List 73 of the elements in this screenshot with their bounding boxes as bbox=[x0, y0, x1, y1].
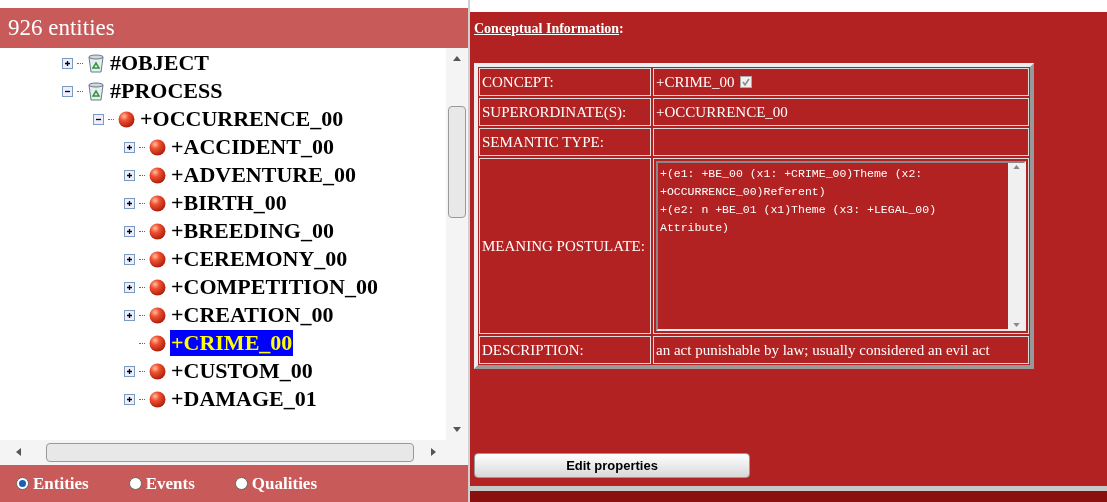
scroll-up-icon[interactable] bbox=[1012, 165, 1020, 169]
radio-label[interactable]: Events bbox=[145, 470, 195, 497]
container-icon bbox=[87, 53, 105, 73]
postulate-line: +OCCURRENCE_00)Referent) bbox=[660, 184, 827, 200]
edit-properties-button[interactable]: Edit properties bbox=[474, 453, 750, 478]
field-label: MEANING POSTULATE: bbox=[479, 158, 651, 334]
ball-icon bbox=[149, 390, 166, 408]
tree-item[interactable]: +COMPETITION_00 bbox=[170, 274, 379, 300]
scroll-left-icon[interactable] bbox=[16, 448, 21, 456]
expand-icon[interactable] bbox=[124, 225, 135, 237]
postulate-line: Attribute) bbox=[660, 220, 730, 236]
postulate-line: +(e2: n +BE_01 (x1)Theme (x3: +LEGAL_00) bbox=[660, 202, 938, 218]
radio-button[interactable] bbox=[128, 477, 142, 490]
postulate-line: +(e1: +BE_00 (x1: +CRIME_00)Theme (x2: bbox=[660, 166, 924, 182]
tree-item[interactable]: #PROCESS bbox=[109, 78, 224, 104]
tree-item[interactable]: +OCCURRENCE_00 bbox=[139, 106, 345, 132]
ball-icon bbox=[149, 194, 166, 212]
expand-icon[interactable] bbox=[124, 197, 135, 209]
section-title: Conceptual Information bbox=[474, 21, 620, 36]
ball-icon bbox=[149, 306, 166, 324]
expand-icon[interactable] bbox=[62, 57, 73, 69]
postulate-text-area[interactable]: +(e1: +BE_00 (x1: +CRIME_00)Theme (x2: +OCCURRENCE_00)Referent) +(e2: n +BE_01 (x1)Theme (x3: +LEGAL_00) Attribute) bbox=[656, 161, 1026, 331]
collapse-icon[interactable] bbox=[62, 85, 73, 97]
expand-icon[interactable] bbox=[124, 281, 135, 293]
scroll-thumb[interactable] bbox=[46, 443, 414, 462]
expand-icon[interactable] bbox=[124, 365, 135, 377]
section-colon: : bbox=[619, 21, 624, 36]
ball-icon bbox=[149, 138, 166, 156]
field-label: SUPERORDINATE(S): bbox=[479, 98, 651, 126]
field-value: an act punishable by law; usually considered an evil act bbox=[656, 340, 990, 360]
scroll-thumb[interactable] bbox=[448, 106, 466, 218]
scroll-down-icon[interactable] bbox=[453, 427, 461, 432]
tree-item[interactable]: +ACCIDENT_00 bbox=[170, 134, 335, 160]
ball-icon bbox=[149, 278, 166, 296]
tree-item[interactable]: +CRIME_00 bbox=[170, 330, 294, 356]
checkbox[interactable] bbox=[740, 76, 753, 88]
collapse-icon[interactable] bbox=[93, 113, 104, 125]
tree-item[interactable]: +ADVENTURE_00 bbox=[170, 162, 357, 188]
horizontal-scrollbar[interactable] bbox=[0, 440, 468, 465]
tree-item[interactable]: +BIRTH_00 bbox=[170, 190, 288, 216]
ball-icon bbox=[149, 166, 166, 184]
tree-item[interactable]: #OBJECT bbox=[109, 50, 211, 76]
radio-button[interactable] bbox=[234, 477, 248, 490]
field-label: SEMANTIC TYPE: bbox=[479, 128, 651, 156]
tree-item[interactable]: +BREEDING_00 bbox=[170, 218, 335, 244]
ball-icon bbox=[149, 250, 166, 268]
scroll-down-icon[interactable] bbox=[1012, 323, 1020, 327]
ball-icon bbox=[149, 362, 166, 380]
scroll-up-icon[interactable] bbox=[453, 56, 461, 61]
field-value: +CRIME_00 bbox=[656, 72, 735, 92]
tree-item[interactable]: +DAMAGE_01 bbox=[170, 386, 318, 412]
text-area-scrollbar[interactable] bbox=[1008, 163, 1024, 329]
vertical-scrollbar[interactable] bbox=[446, 48, 468, 440]
expand-icon[interactable] bbox=[124, 141, 135, 153]
container-icon bbox=[87, 81, 105, 101]
radio-button[interactable] bbox=[16, 477, 29, 490]
ball-icon bbox=[149, 334, 166, 352]
tree-item[interactable]: +CEREMONY_00 bbox=[170, 246, 349, 272]
field-label: DESCRIPTION: bbox=[479, 336, 651, 364]
entity-count: 926 entities bbox=[8, 13, 115, 42]
expand-icon[interactable] bbox=[124, 393, 135, 405]
expand-icon[interactable] bbox=[124, 169, 135, 181]
tree-item[interactable]: +CUSTOM_00 bbox=[170, 358, 314, 384]
ball-icon bbox=[149, 222, 166, 240]
radio-label[interactable]: Qualities bbox=[251, 470, 318, 497]
field-label: CONCEPT: bbox=[479, 68, 651, 96]
radio-label[interactable]: Entities bbox=[33, 470, 89, 497]
ball-icon bbox=[118, 110, 135, 128]
expand-icon[interactable] bbox=[124, 253, 135, 265]
expand-icon[interactable] bbox=[124, 309, 135, 321]
tree-item[interactable]: +CREATION_00 bbox=[170, 302, 335, 328]
field-value: +OCCURRENCE_00 bbox=[656, 102, 788, 122]
scroll-right-icon[interactable] bbox=[431, 448, 436, 456]
